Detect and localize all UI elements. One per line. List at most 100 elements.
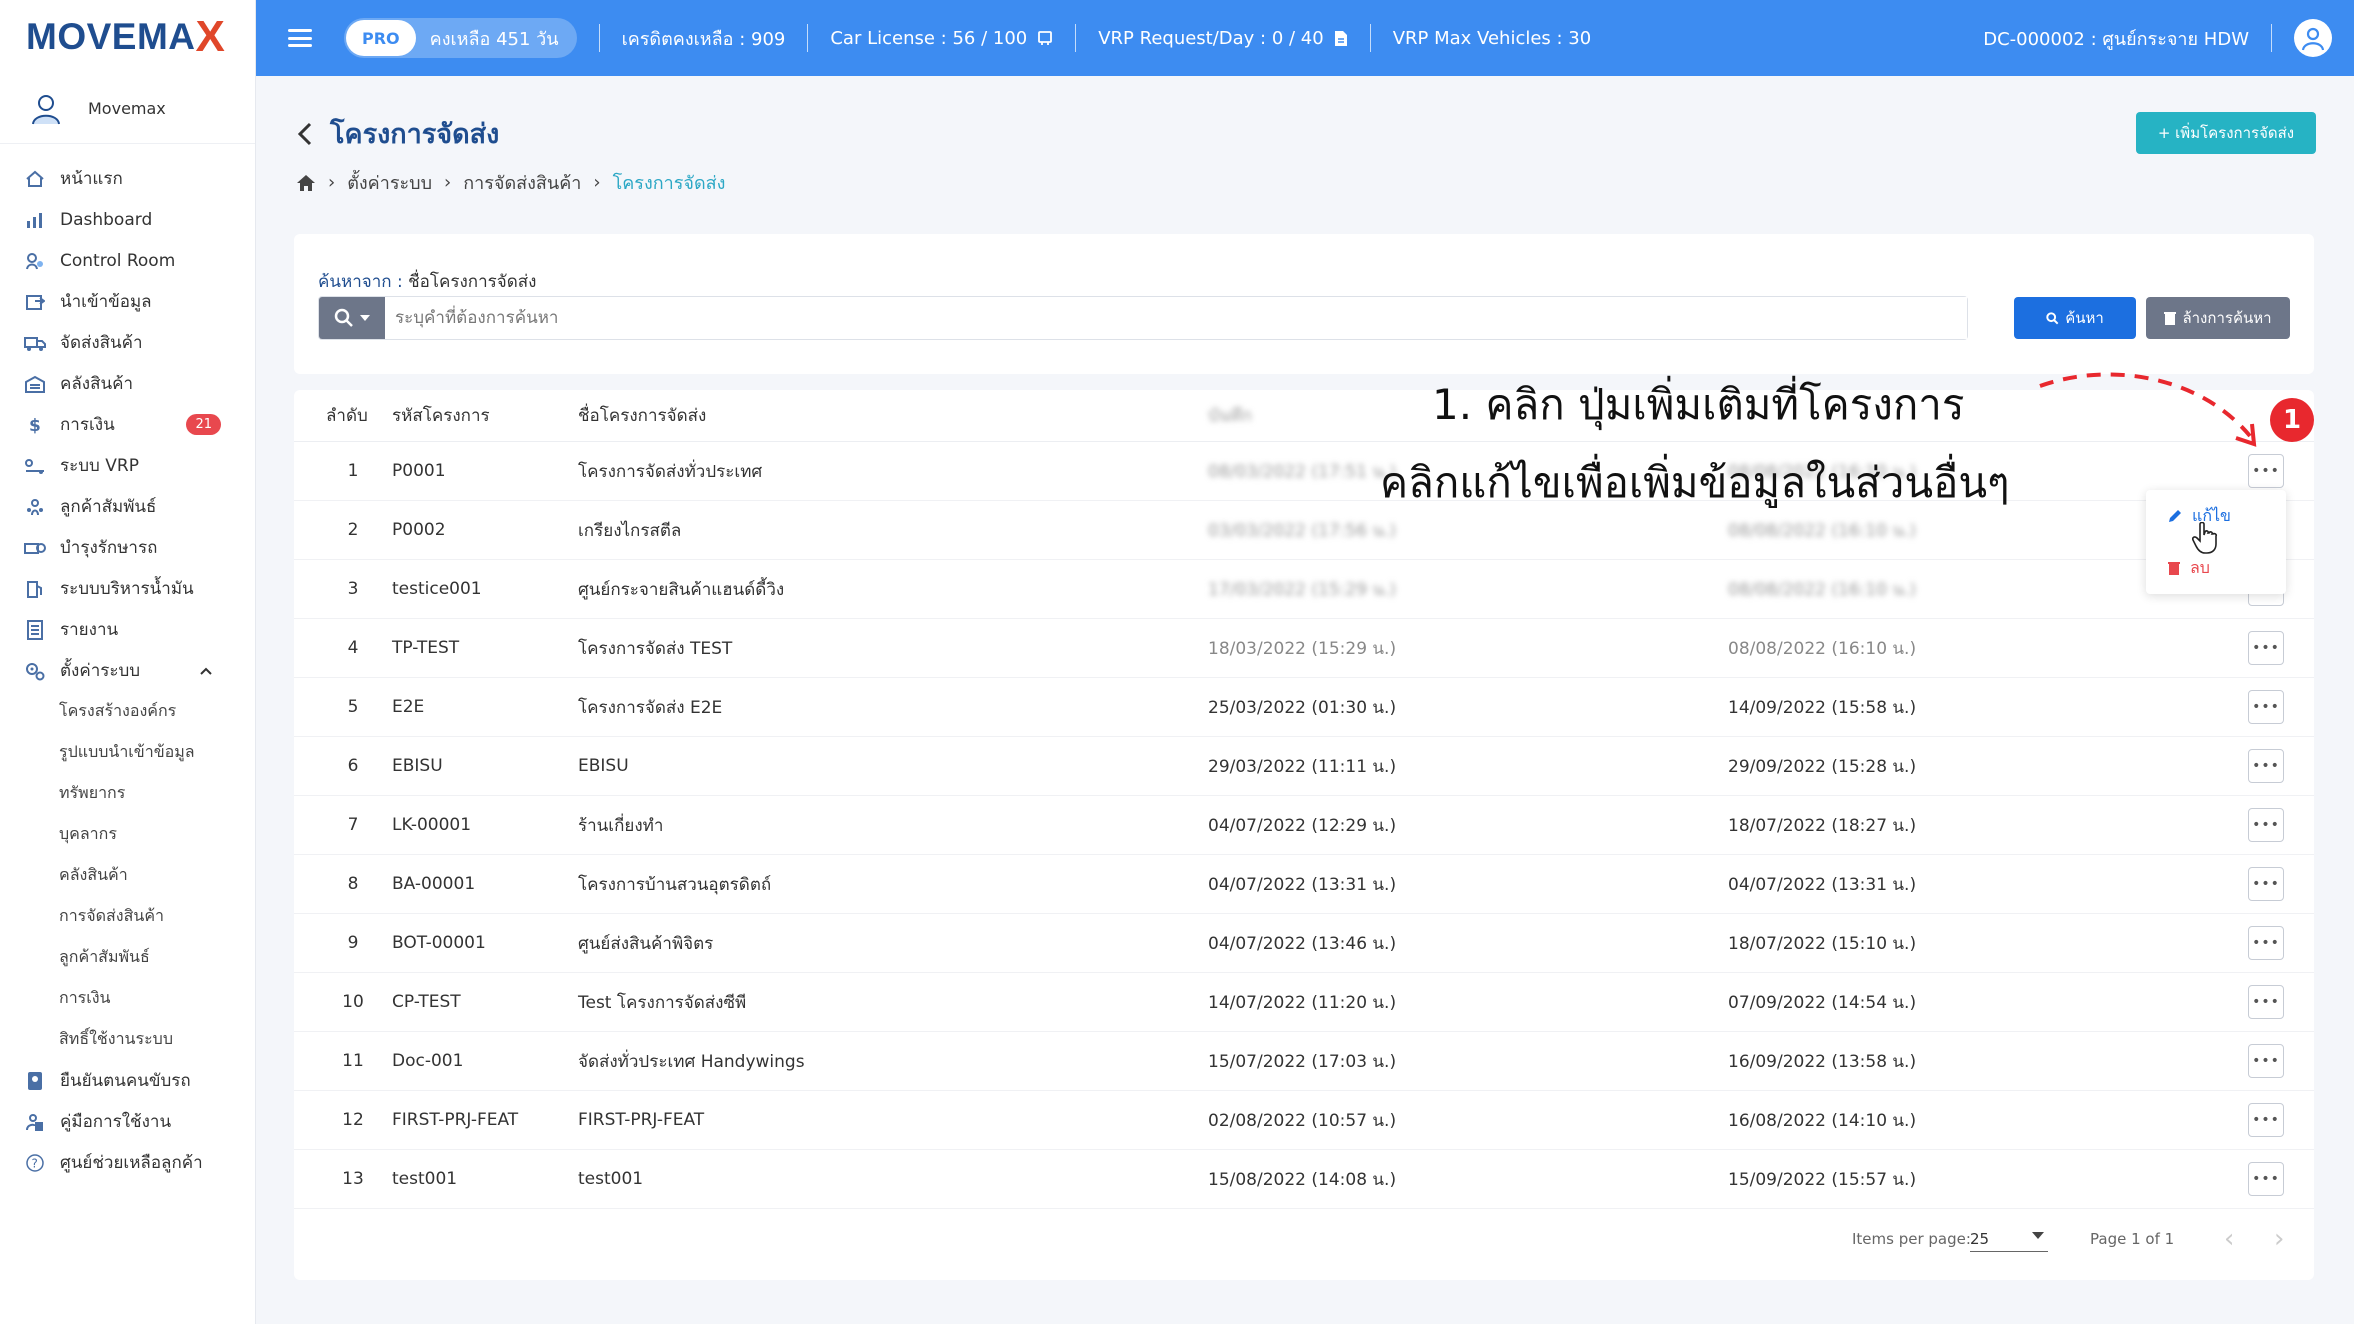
- sidebar-item-finance[interactable]: $ การเงิน 21: [0, 404, 255, 445]
- header-divider: [1369, 24, 1371, 52]
- control-room-icon: [24, 250, 46, 272]
- search-field-selector[interactable]: [319, 297, 385, 339]
- submenu-item-resources[interactable]: ทรัพยากร: [0, 773, 255, 814]
- sidebar-item-settings[interactable]: ตั้งค่าระบบ: [0, 650, 255, 691]
- paginator: Items per page: 25 Page 1 of 1 ‹ ›: [294, 1218, 2314, 1258]
- created-date: 04/07/2022 (13:46 น.): [1208, 933, 1397, 954]
- project-name: เกรียงไกรสตีล: [578, 520, 682, 541]
- row-number: 7: [347, 815, 359, 835]
- sidebar-item-report[interactable]: รายงาน: [0, 609, 255, 650]
- sidebar-item-label: นำเข้าข้อมูล: [60, 292, 152, 312]
- movemax-logo[interactable]: MOVEMA X: [0, 0, 255, 74]
- project-name: Test โครงการจัดส่งซีพี: [578, 992, 747, 1013]
- submenu-item-import-format[interactable]: รูปแบบนำเข้าข้อมูล: [0, 732, 255, 773]
- more-actions-button[interactable]: •••: [2248, 867, 2284, 901]
- sidebar-item-help[interactable]: ? ศูนย์ช่วยเหลือลูกค้า: [0, 1142, 255, 1183]
- sidebar-item-maintenance[interactable]: บำรุงรักษารถ: [0, 527, 255, 568]
- project-name: ศูนย์กระจายสินค้าแฮนด์ดี้วิง: [578, 579, 785, 600]
- sidebar-item-dashboard[interactable]: Dashboard: [0, 199, 255, 240]
- table-row: 11 Doc-001 จัดส่งทั่วประเทศ Handywings 15/0…: [294, 1032, 2314, 1091]
- sidebar-item-manual[interactable]: คู่มือการใช้งาน: [0, 1101, 255, 1142]
- search-button-label: ค้นหา: [2065, 309, 2104, 327]
- step-number-badge: 1: [2270, 398, 2314, 442]
- user-profile[interactable]: Movemax: [0, 74, 255, 144]
- sidebar-item-control-room[interactable]: Control Room: [0, 240, 255, 281]
- project-code: test001: [392, 1169, 458, 1189]
- breadcrumb-delivery[interactable]: การจัดส่งสินค้า: [463, 168, 581, 197]
- home-icon: [24, 168, 46, 190]
- more-actions-button[interactable]: •••: [2248, 808, 2284, 842]
- more-actions-button[interactable]: •••: [2248, 454, 2284, 488]
- sidebar-item-delivery[interactable]: จัดส่งสินค้า: [0, 322, 255, 363]
- sidebar-item-crm[interactable]: ลูกค้าสัมพันธ์: [0, 486, 255, 527]
- table-row: 9 BOT-00001 ศูนย์ส่งสินค้าพิจิตร 04/07/2022…: [294, 914, 2314, 973]
- project-name: โครงการบ้านสวนอุตรดิตถ์: [578, 874, 772, 895]
- items-per-page-select[interactable]: 25: [1970, 1224, 2048, 1252]
- hamburger-menu-icon[interactable]: [288, 29, 312, 47]
- sidebar-item-import[interactable]: นำเข้าข้อมูล: [0, 281, 255, 322]
- sidebar-item-label: Control Room: [60, 250, 176, 271]
- distribution-center-selector[interactable]: DC-000002 : ศูนย์กระจาย HDW: [1983, 24, 2249, 53]
- more-actions-button[interactable]: •••: [2248, 985, 2284, 1019]
- header-divider: [2271, 24, 2272, 52]
- updated-date: 08/08/2022 (16:10 น.): [1728, 579, 1917, 600]
- trash-icon: [2168, 562, 2180, 575]
- more-actions-button[interactable]: •••: [2248, 749, 2284, 783]
- credit-text: เครดิตคงเหลือ : 909: [621, 28, 786, 50]
- pro-plan-pill[interactable]: PRO คงเหลือ 451 วัน: [344, 18, 577, 58]
- clear-search-button[interactable]: ล้างการค้นหา: [2146, 297, 2290, 339]
- more-actions-button[interactable]: •••: [2248, 1103, 2284, 1137]
- previous-page-icon[interactable]: ‹: [2224, 1224, 2234, 1254]
- more-actions-button[interactable]: •••: [2248, 1162, 2284, 1196]
- search-input[interactable]: [385, 297, 1967, 339]
- table-row: 3 testice001 ศูนย์กระจายสินค้าแฮนด์ดี้วิง 1…: [294, 560, 2314, 619]
- add-project-button[interactable]: + เพิ่มโครงการจัดส่ง: [2136, 112, 2316, 154]
- home-icon[interactable]: [296, 174, 316, 192]
- profile-avatar-icon[interactable]: [2294, 19, 2332, 57]
- created-date: 18/03/2022 (15:29 น.): [1208, 638, 1397, 659]
- row-number: 10: [342, 992, 364, 1012]
- annotation-line-1: 1. คลิก ปุ่มเพิ่มเติมที่โครงการ: [1432, 380, 1965, 429]
- header-divider: [1075, 24, 1077, 52]
- breadcrumb-settings[interactable]: ตั้งค่าระบบ: [347, 168, 432, 197]
- header-right: DC-000002 : ศูนย์กระจาย HDW: [1983, 19, 2332, 57]
- header-code: รหัสโครงการ: [392, 406, 490, 426]
- submenu-item-warehouse[interactable]: คลังสินค้า: [0, 855, 255, 896]
- updated-date: 08/08/2022 (16:10 น.): [1728, 638, 1917, 659]
- submenu-item-permissions[interactable]: สิทธิ์ใช้งานระบบ: [0, 1019, 255, 1060]
- sidebar-item-warehouse[interactable]: คลังสินค้า: [0, 363, 255, 404]
- next-page-icon[interactable]: ›: [2274, 1224, 2284, 1254]
- submenu-item-delivery[interactable]: การจัดส่งสินค้า: [0, 896, 255, 937]
- items-per-page-value: 25: [1970, 1230, 1990, 1248]
- sidebar: MOVEMA X Movemax หน้าแรก Dashboard Contro…: [0, 0, 256, 1324]
- header-created: บันทึก: [1208, 406, 1252, 426]
- sidebar-item-home[interactable]: หน้าแรก: [0, 158, 255, 199]
- more-actions-button[interactable]: •••: [2248, 631, 2284, 665]
- search-button[interactable]: ค้นหา: [2014, 297, 2136, 339]
- more-actions-button[interactable]: •••: [2248, 1044, 2284, 1078]
- project-code: FIRST-PRJ-FEAT: [392, 1110, 519, 1130]
- submenu-item-finance[interactable]: การเงิน: [0, 978, 255, 1019]
- manual-icon: [24, 1111, 46, 1133]
- sidebar-item-fuel[interactable]: ระบบบริหารน้ำมัน: [0, 568, 255, 609]
- sidebar-item-label: บำรุงรักษารถ: [60, 538, 158, 558]
- submenu-item-org-structure[interactable]: โครงสร้างองค์กร: [0, 691, 255, 732]
- vrp-max-text: VRP Max Vehicles : 30: [1392, 27, 1592, 49]
- fuel-icon: [24, 578, 46, 600]
- finance-icon: $: [24, 414, 46, 436]
- updated-date: 18/07/2022 (18:27 น.): [1728, 815, 1917, 836]
- delete-label: ลบ: [2190, 557, 2210, 577]
- driver-verify-icon: [24, 1070, 46, 1092]
- updated-date: 16/09/2022 (13:58 น.): [1728, 1051, 1917, 1072]
- more-actions-button[interactable]: •••: [2248, 926, 2284, 960]
- project-code: testice001: [392, 579, 482, 599]
- submenu-item-crm[interactable]: ลูกค้าสัมพันธ์: [0, 937, 255, 978]
- created-date: 14/07/2022 (11:20 น.): [1208, 992, 1397, 1013]
- sidebar-item-vrp[interactable]: ระบบ VRP: [0, 445, 255, 486]
- sidebar-item-driver-verify[interactable]: ยืนยันตนคนขับรถ: [0, 1060, 255, 1101]
- submenu-item-personnel[interactable]: บุคลากร: [0, 814, 255, 855]
- pencil-icon: [2169, 510, 2181, 522]
- row-number: 6: [347, 756, 359, 776]
- more-actions-button[interactable]: •••: [2248, 690, 2284, 724]
- back-chevron-icon[interactable]: [296, 121, 314, 147]
